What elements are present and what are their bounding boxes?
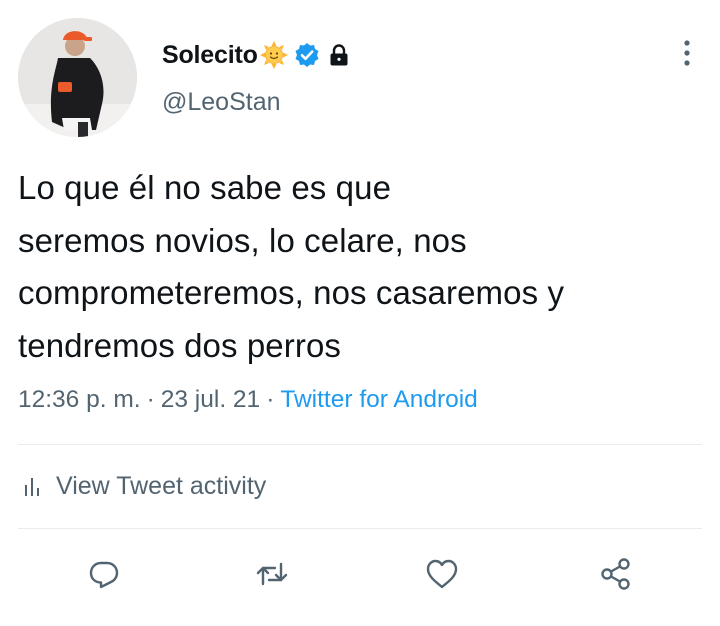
reply-icon bbox=[89, 561, 119, 589]
tweet-meta: 12:36 p. m. · 23 jul. 21 · Twitter for Andro… bbox=[18, 386, 478, 414]
reply-button[interactable] bbox=[82, 552, 126, 596]
heart-icon bbox=[426, 559, 458, 589]
more-options-icon[interactable] bbox=[675, 38, 699, 70]
bar-chart-icon bbox=[22, 476, 44, 498]
user-header: Solecito @LeoStan bbox=[162, 36, 352, 117]
share-button[interactable] bbox=[594, 552, 638, 596]
share-icon bbox=[601, 558, 630, 590]
user-handle[interactable]: @LeoStan bbox=[162, 88, 352, 117]
like-button[interactable] bbox=[420, 552, 464, 596]
divider bbox=[18, 528, 702, 529]
tweet-actions-bar bbox=[0, 552, 720, 596]
meta-separator-2: · bbox=[266, 386, 275, 413]
verified-badge-icon bbox=[294, 42, 320, 68]
lock-icon bbox=[326, 42, 352, 68]
retweet-icon bbox=[256, 562, 288, 586]
meta-separator: · bbox=[146, 386, 155, 413]
sun-face-emoji-icon bbox=[259, 41, 288, 69]
view-tweet-activity-label: View Tweet activity bbox=[56, 472, 267, 500]
name-row: Solecito bbox=[162, 36, 352, 74]
display-name[interactable]: Solecito bbox=[162, 41, 258, 70]
tweet-time[interactable]: 12:36 p. m. bbox=[18, 386, 141, 413]
tweet-text: Lo que él no sabe es que seremos novios,… bbox=[18, 169, 565, 364]
retweet-button[interactable] bbox=[250, 552, 294, 596]
view-tweet-activity-button[interactable]: View Tweet activity bbox=[22, 472, 266, 501]
avatar-image bbox=[18, 18, 137, 137]
avatar[interactable] bbox=[18, 18, 137, 137]
tweet-date[interactable]: 23 jul. 21 bbox=[161, 386, 260, 413]
tweet-source-link[interactable]: Twitter for Android bbox=[280, 386, 477, 413]
divider bbox=[18, 444, 702, 445]
tweet-card: Solecito @LeoStan Lo que él no sabe es q… bbox=[0, 0, 720, 626]
